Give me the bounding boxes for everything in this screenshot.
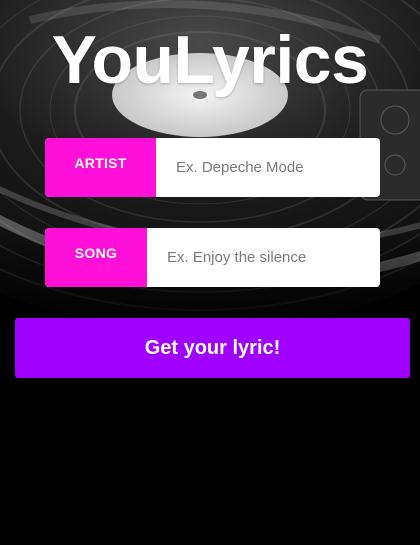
artist-input[interactable] [156, 138, 380, 197]
song-field-row: SONG [45, 228, 380, 287]
artist-label: ARTIST [45, 138, 156, 197]
song-label: SONG [45, 228, 147, 287]
song-input[interactable] [147, 228, 380, 287]
artist-field-row: ARTIST [45, 138, 380, 197]
get-lyric-button[interactable]: Get your lyric! [15, 318, 410, 378]
app-title: YouLyrics [51, 22, 369, 98]
